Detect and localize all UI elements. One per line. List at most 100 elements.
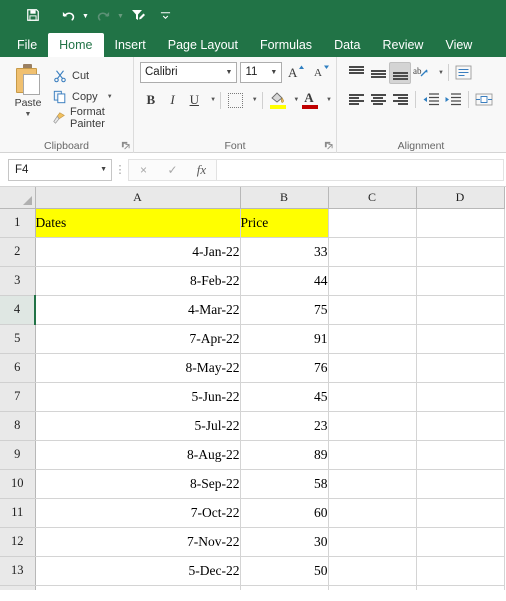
cell-c6[interactable] — [328, 353, 417, 383]
undo-icon[interactable] — [57, 4, 79, 26]
row-header-3[interactable]: 3 — [0, 266, 36, 296]
cell-a13[interactable]: 5-Dec-22 — [35, 556, 241, 586]
cell-a4[interactable]: 4-Mar-22 — [34, 295, 241, 325]
row-header-13[interactable]: 13 — [0, 556, 36, 586]
cell-d4[interactable] — [416, 295, 505, 325]
cell-b12[interactable]: 30 — [240, 527, 329, 557]
cell-c11[interactable] — [328, 498, 417, 528]
select-all-button[interactable] — [0, 187, 36, 209]
tab-formulas[interactable]: Formulas — [249, 33, 323, 57]
cell-b9[interactable]: 89 — [240, 440, 329, 470]
cell-c9[interactable] — [328, 440, 417, 470]
font-color-button[interactable]: A — [299, 89, 321, 111]
font-name-caret-icon[interactable]: ▼ — [226, 69, 235, 76]
align-left-button[interactable] — [345, 89, 367, 111]
orientation-button[interactable]: ab — [411, 62, 433, 84]
cell-d11[interactable] — [416, 498, 505, 528]
format-painter-button[interactable]: Format Painter — [52, 106, 129, 130]
cell-a1[interactable]: Dates — [35, 208, 241, 238]
cell-c2[interactable] — [328, 237, 417, 267]
cell-b14[interactable] — [240, 585, 329, 590]
cell-d3[interactable] — [416, 266, 505, 296]
enter-formula-button[interactable]: ✓ — [158, 163, 187, 177]
cell-d9[interactable] — [416, 440, 505, 470]
cell-b7[interactable]: 45 — [240, 382, 329, 412]
cell-c3[interactable] — [328, 266, 417, 296]
cell-a7[interactable]: 5-Jun-22 — [35, 382, 241, 412]
cell-a9[interactable]: 8-Aug-22 — [35, 440, 241, 470]
bottom-align-button[interactable] — [389, 61, 411, 84]
name-box-caret-icon[interactable]: ▼ — [100, 166, 111, 173]
font-size-caret-icon[interactable]: ▼ — [270, 69, 279, 76]
borders-button[interactable] — [225, 89, 247, 111]
column-header-c[interactable]: C — [328, 187, 417, 209]
fill-color-button[interactable] — [267, 89, 289, 111]
cell-c13[interactable] — [328, 556, 417, 586]
increase-indent-button[interactable] — [442, 89, 464, 111]
row-header-5[interactable]: 5 — [0, 324, 36, 354]
tab-view[interactable]: View — [434, 33, 483, 57]
cell-a12[interactable]: 7-Nov-22 — [35, 527, 241, 557]
cell-b4[interactable]: 75 — [240, 295, 329, 325]
font-color-caret-icon[interactable]: ▼ — [326, 97, 332, 103]
formula-input[interactable] — [216, 158, 504, 181]
customize-qat-icon[interactable] — [157, 4, 173, 26]
cell-a6[interactable]: 8-May-22 — [35, 353, 241, 383]
cell-c10[interactable] — [328, 469, 417, 499]
row-header-12[interactable]: 12 — [0, 527, 36, 557]
row-header-2[interactable]: 2 — [0, 237, 36, 267]
cell-b5[interactable]: 91 — [240, 324, 329, 354]
cell-b10[interactable]: 58 — [240, 469, 329, 499]
cell-d8[interactable] — [416, 411, 505, 441]
cell-d10[interactable] — [416, 469, 505, 499]
cell-d2[interactable] — [416, 237, 505, 267]
cell-d1[interactable] — [416, 208, 505, 238]
decrease-font-size-button[interactable]: A — [310, 61, 332, 83]
row-header-8[interactable]: 8 — [0, 411, 36, 441]
underline-caret-icon[interactable]: ▼ — [210, 97, 216, 103]
cell-d6[interactable] — [416, 353, 505, 383]
tab-home[interactable]: Home — [48, 33, 104, 57]
decrease-indent-button[interactable] — [420, 89, 442, 111]
cell-c5[interactable] — [328, 324, 417, 354]
italic-button[interactable]: I — [162, 89, 184, 111]
cell-a8[interactable]: 5-Jul-22 — [35, 411, 241, 441]
cell-b1[interactable]: Price — [240, 208, 329, 238]
cell-d5[interactable] — [416, 324, 505, 354]
tab-review[interactable]: Review — [371, 33, 434, 57]
column-header-a[interactable]: A — [35, 187, 241, 209]
cell-a10[interactable]: 8-Sep-22 — [35, 469, 241, 499]
cell-b6[interactable]: 76 — [240, 353, 329, 383]
column-header-d[interactable]: D — [416, 187, 505, 209]
cancel-formula-button[interactable]: × — [129, 163, 158, 177]
tab-data[interactable]: Data — [323, 33, 371, 57]
increase-font-size-button[interactable]: A — [285, 61, 307, 83]
cell-c8[interactable] — [328, 411, 417, 441]
cell-a11[interactable]: 7-Oct-22 — [35, 498, 241, 528]
align-right-button[interactable] — [389, 89, 411, 111]
merge-and-center-button[interactable] — [473, 89, 495, 111]
borders-caret-icon[interactable]: ▼ — [252, 97, 258, 103]
wrap-text-button[interactable] — [453, 62, 475, 84]
copy-caret-icon[interactable]: ▼ — [107, 94, 113, 100]
row-header-4[interactable]: 4 — [0, 295, 36, 325]
cell-d13[interactable] — [416, 556, 505, 586]
cell-d7[interactable] — [416, 382, 505, 412]
cell-b8[interactable]: 23 — [240, 411, 329, 441]
cell-a3[interactable]: 8-Feb-22 — [35, 266, 241, 296]
row-header-7[interactable]: 7 — [0, 382, 36, 412]
column-header-b[interactable]: B — [240, 187, 329, 209]
font-dialog-launcher-icon[interactable] — [324, 141, 333, 150]
underline-button[interactable]: U — [183, 89, 205, 111]
undo-caret-icon[interactable]: ▼ — [81, 4, 90, 26]
bold-button[interactable]: B — [140, 89, 162, 111]
font-name-input[interactable]: Calibri ▼ — [140, 61, 238, 83]
touch-mode-icon[interactable] — [127, 4, 149, 26]
font-size-input[interactable]: 11 ▼ — [240, 61, 283, 83]
cut-button[interactable]: Cut — [52, 65, 129, 86]
cell-b2[interactable]: 33 — [240, 237, 329, 267]
orientation-caret-icon[interactable]: ▼ — [438, 70, 444, 76]
cell-b13[interactable]: 50 — [240, 556, 329, 586]
cell-c12[interactable] — [328, 527, 417, 557]
cell-d14[interactable] — [416, 585, 505, 590]
